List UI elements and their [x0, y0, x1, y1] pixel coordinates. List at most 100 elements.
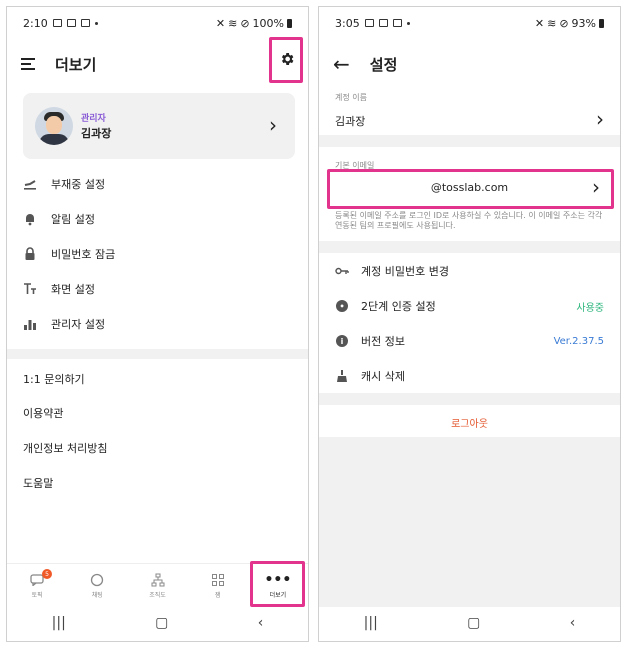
battery-icon [599, 18, 604, 28]
tab-label: 잼 [214, 591, 221, 599]
logout-button[interactable]: 로그아웃 [319, 415, 620, 430]
app-notification-icon [66, 19, 76, 27]
status-bar: 3:05 ✕ ≋ ⊘ 93% [319, 7, 620, 39]
bar-chart-icon [23, 317, 37, 331]
email-highlight [327, 169, 614, 209]
account-name-label: 계정 이름 [335, 93, 367, 102]
app-header: 더보기 [7, 43, 308, 85]
setting-label: 버전 정보 [361, 335, 405, 348]
setting-version-info[interactable]: i 버전 정보 Ver.2.37.5 [335, 325, 604, 357]
home-icon[interactable]: ▢ [155, 615, 168, 631]
battery-icon [287, 18, 292, 28]
hamburger-icon[interactable] [21, 58, 35, 70]
tab-label: 채팅 [91, 591, 103, 599]
status-time: 3:05 [335, 16, 360, 30]
tab-label: 토픽 [31, 591, 43, 599]
grid-icon [210, 573, 226, 587]
mute-icon: ✕ [215, 16, 226, 30]
battery-level: 100% [252, 16, 284, 30]
more-screen: 2:10 ✕ ≋ ⊘ 100% 더보기 관리자 김과장 › 부재중 설정 알림 … [6, 6, 309, 642]
link-inquiry[interactable]: 1:1 문의하기 [23, 371, 85, 387]
app-notification-icon [378, 19, 388, 27]
more-tab-highlight [250, 561, 305, 607]
menu-item-label: 부재중 설정 [51, 178, 106, 191]
away-icon [23, 177, 37, 191]
system-nav-bar: ||| ▢ ‹ [319, 605, 620, 641]
empty-area [319, 437, 620, 607]
lock-icon [23, 247, 37, 261]
mail-icon [80, 19, 90, 27]
mail-icon [392, 19, 402, 27]
setting-two-factor[interactable]: • 2단계 인증 설정 사용중 [335, 290, 604, 322]
tab-chat[interactable]: 채팅 [67, 564, 127, 607]
chat-icon [89, 573, 105, 587]
email-note: 등록된 이메일 주소를 로그인 ID로 사용하실 수 있습니다. 이 이메일 주… [335, 211, 603, 231]
app-header: ← 설정 [319, 43, 620, 85]
recent-apps-icon[interactable]: ||| [364, 615, 378, 631]
menu-item-label: 비밀번호 잠금 [51, 248, 116, 261]
dnd-icon: ⊘ [559, 16, 569, 30]
dnd-icon: ⊘ [240, 16, 250, 30]
link-terms[interactable]: 이용약관 [23, 405, 63, 421]
tab-jam[interactable]: 잼 [188, 564, 248, 607]
dot-icon [94, 21, 98, 25]
shield-lock-icon: • [335, 299, 349, 313]
status-bar: 2:10 ✕ ≋ ⊘ 100% [7, 7, 308, 39]
section-divider [319, 241, 620, 253]
setting-change-password[interactable]: 계정 비밀번호 변경 [335, 255, 604, 287]
tab-label: 조직도 [149, 591, 166, 599]
section-divider [319, 393, 620, 405]
broom-icon [335, 369, 349, 383]
tab-topic[interactable]: 5 토픽 [7, 564, 67, 607]
menu-item-admin[interactable]: 관리자 설정 [23, 307, 105, 341]
menu-item-label: 관리자 설정 [51, 318, 106, 331]
menu-item-notifications[interactable]: 알림 설정 [23, 202, 95, 236]
version-value: Ver.2.37.5 [553, 335, 604, 347]
mute-icon: ✕ [534, 16, 545, 30]
dot-icon [406, 21, 410, 25]
system-nav-bar: ||| ▢ ‹ [7, 605, 308, 641]
key-icon [335, 264, 349, 278]
link-privacy-policy[interactable]: 개인정보 처리방침 [23, 440, 107, 456]
profile-card[interactable]: 관리자 김과장 › [23, 93, 295, 159]
menu-item-away[interactable]: 부재중 설정 [23, 167, 105, 201]
recent-apps-icon[interactable]: ||| [52, 615, 66, 631]
chevron-right-icon: › [269, 113, 277, 137]
profile-role: 관리자 [81, 114, 106, 124]
setting-clear-cache[interactable]: 캐시 삭제 [335, 360, 604, 392]
two-factor-status: 사용중 [576, 302, 604, 314]
back-arrow-icon[interactable]: ← [333, 54, 350, 74]
gallery-icon [364, 19, 374, 27]
chevron-right-icon[interactable]: › [596, 107, 604, 131]
back-icon[interactable]: ‹ [570, 615, 576, 631]
setting-label: 캐시 삭제 [361, 370, 405, 383]
text-size-icon [23, 282, 37, 296]
section-divider [7, 349, 308, 359]
menu-item-label: 화면 설정 [51, 283, 95, 296]
battery-level: 93% [571, 16, 596, 30]
link-help[interactable]: 도움말 [23, 475, 53, 491]
setting-label: 2단계 인증 설정 [361, 300, 436, 313]
bell-icon [23, 212, 37, 226]
home-icon[interactable]: ▢ [467, 615, 480, 631]
info-icon: i [335, 334, 349, 348]
wifi-icon: ≋ [228, 16, 238, 30]
page-title: 설정 [369, 55, 398, 74]
wifi-icon: ≋ [547, 16, 557, 30]
gear-icon[interactable] [279, 51, 295, 67]
avatar [35, 107, 73, 145]
menu-item-passcode-lock[interactable]: 비밀번호 잠금 [23, 237, 115, 271]
back-icon[interactable]: ‹ [258, 615, 264, 631]
account-name-value: 김과장 [335, 115, 366, 128]
gallery-icon [52, 19, 62, 27]
tab-org-chart[interactable]: 조직도 [127, 564, 187, 607]
org-chart-icon [150, 573, 166, 587]
settings-screen: 3:05 ✕ ≋ ⊘ 93% ← 설정 계정 이름 김과장 › 기본 이메일 @… [318, 6, 621, 642]
setting-label: 계정 비밀번호 변경 [361, 265, 449, 278]
menu-item-display[interactable]: 화면 설정 [23, 272, 95, 306]
status-time: 2:10 [23, 16, 48, 30]
section-divider [319, 135, 620, 147]
profile-name: 김과장 [81, 127, 112, 140]
topic-badge: 5 [42, 569, 52, 579]
menu-item-label: 알림 설정 [51, 213, 95, 226]
